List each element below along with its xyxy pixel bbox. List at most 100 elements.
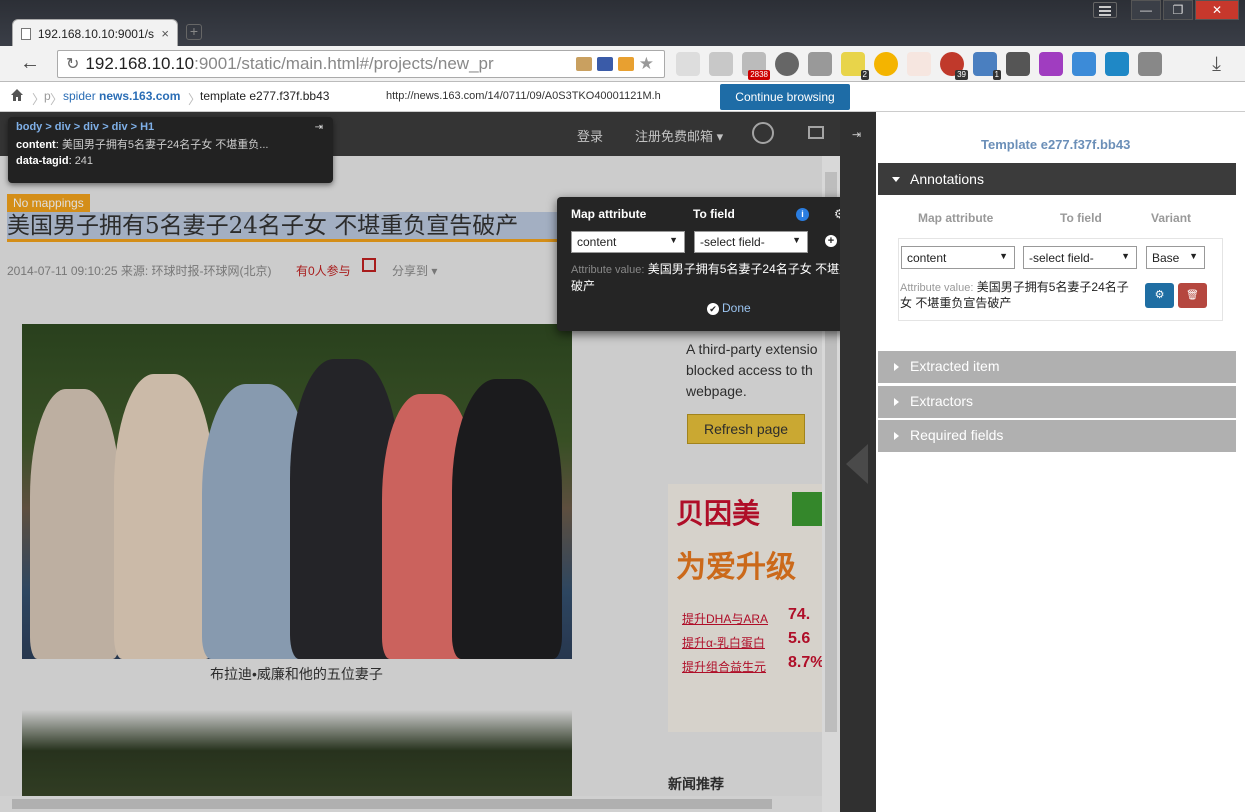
current-page-url: http://news.163.com/14/0711/09/A0S3TKO40…: [386, 90, 661, 102]
refresh-page-button[interactable]: Refresh page: [687, 414, 805, 444]
attribute-value-label: Attribute value:: [571, 264, 645, 276]
collapsed-triangle-icon: [894, 398, 899, 406]
popup-map-attribute-header: Map attribute: [571, 207, 647, 221]
mail-icon[interactable]: [808, 126, 824, 139]
continue-browsing-button[interactable]: Continue browsing: [720, 84, 850, 110]
pin-icon[interactable]: ⇥: [315, 122, 323, 133]
browser-tab[interactable]: 192.168.10.10:9001/s ×: [12, 19, 178, 47]
ad-line: 提升α-乳白蛋白: [682, 636, 765, 650]
annotation-settings-button[interactable]: ⚙: [1145, 283, 1174, 308]
section-label: Required fields: [910, 427, 1004, 443]
download-icon[interactable]: ⤓: [1212, 53, 1221, 76]
new-tab-button[interactable]: +: [186, 24, 202, 40]
inspector-tagid-row: data-tagid: 241: [16, 155, 94, 167]
breadcrumb-spider[interactable]: spider news.163.com: [63, 89, 180, 103]
flag-icon[interactable]: [596, 57, 613, 71]
content-key: content: [16, 139, 56, 151]
maximize-button[interactable]: ❐: [1163, 0, 1193, 20]
globe-extension-icon[interactable]: [775, 52, 799, 76]
template-title: Template e277.f37f.bb43: [981, 137, 1131, 152]
lock-extension-icon[interactable]: 1: [973, 52, 1001, 80]
element-path: body > div > div > div > H1: [16, 121, 155, 133]
collapsed-triangle-icon: [894, 363, 899, 371]
chevron-down-icon: ▼: [792, 235, 801, 245]
extracted-item-section-header[interactable]: Extracted item: [878, 351, 1236, 383]
ad-line: 提升DHA与ARA: [682, 612, 769, 626]
reload-icon[interactable]: ↻: [66, 54, 79, 74]
article-headline[interactable]: 美国男子拥有5名妻子24名子女 不堪重负宣告破产: [7, 212, 560, 242]
section-label: Extractors: [910, 393, 974, 409]
popup-attribute-select[interactable]: content ▼: [571, 231, 685, 253]
x-extension-icon[interactable]: [1105, 52, 1129, 76]
col-map-attribute: Map attribute: [918, 211, 994, 225]
popup-field-select[interactable]: -select field- ▼: [694, 231, 808, 253]
tagid-key: data-tagid: [16, 155, 69, 167]
ad-brand: 贝因美: [676, 497, 761, 530]
recycle-extension-icon[interactable]: [808, 52, 832, 76]
done-button[interactable]: ✔ Done: [707, 301, 751, 315]
home-icon[interactable]: [10, 88, 24, 102]
photo-person: [452, 379, 562, 659]
close-tab-icon[interactable]: ×: [161, 26, 169, 41]
back-arrow-icon[interactable]: ←: [20, 53, 40, 73]
panel-attr-label: Attribute value:: [900, 282, 974, 294]
pin-panel-icon[interactable]: ⇥: [852, 128, 861, 141]
chrome-menu-icon[interactable]: [1093, 2, 1117, 18]
address-bar[interactable]: ↻ 192.168.10.10 :9001/static/main.html#/…: [57, 50, 665, 78]
undo-extension-icon[interactable]: [709, 52, 733, 76]
news-recommend-heading: 新闻推荐: [668, 776, 724, 792]
chevron-down-icon: ▼: [1189, 251, 1198, 261]
chevron-down-icon: ▼: [1121, 251, 1130, 261]
panel-field-value: -select field-: [1029, 251, 1094, 265]
close-window-button[interactable]: ✕: [1195, 0, 1239, 20]
panel-variant-select[interactable]: Base ▼: [1146, 246, 1205, 269]
url-host: 192.168.10.10: [85, 54, 195, 73]
minimize-button[interactable]: —: [1131, 0, 1161, 20]
chevron-down-icon: ▼: [999, 251, 1008, 261]
login-link[interactable]: 登录: [577, 126, 603, 145]
panel-field-select[interactable]: -select field- ▼: [1023, 246, 1137, 269]
attribute-select-value: content: [577, 235, 617, 249]
no-mappings-badge: No mappings: [7, 194, 90, 212]
annotations-section-header[interactable]: Annotations: [878, 163, 1236, 195]
adstop-extension-icon[interactable]: [1006, 52, 1030, 76]
register-mail-link[interactable]: 注册免费邮箱 ▾: [635, 126, 723, 145]
comment-count[interactable]: 有0人参与: [296, 262, 351, 279]
ad-number: 8.7%: [788, 654, 822, 671]
required-fields-section-header[interactable]: Required fields: [878, 420, 1236, 452]
collapse-panel-arrow-icon[interactable]: [846, 444, 868, 484]
page-hscroll-thumb[interactable]: [12, 799, 772, 809]
gear-icon: ⚙: [1154, 289, 1165, 301]
site-logo-icon[interactable]: [752, 122, 774, 144]
ad-line: 提升组合益生元: [682, 660, 767, 674]
page-icon: [21, 27, 31, 40]
trash-icon: 🗑: [1186, 290, 1199, 301]
omnibox-icons: ★: [575, 55, 654, 72]
ring-extension-icon[interactable]: [874, 52, 898, 76]
info-icon[interactable]: i: [796, 208, 809, 221]
field-select-value: -select field-: [700, 235, 765, 249]
portia-breadcrumb-bar: 〉 p 〉 spider news.163.com 〉 template e27…: [0, 82, 1245, 112]
mail-extension-icon[interactable]: 2838: [742, 52, 770, 80]
panel-attribute-value: content: [907, 251, 947, 265]
share-menu[interactable]: 分享到 ▾: [392, 262, 437, 279]
extractors-section-header[interactable]: Extractors: [878, 386, 1236, 418]
pen-extension-icon[interactable]: [1039, 52, 1063, 76]
bookmark-star-icon[interactable]: ★: [639, 55, 654, 72]
abp-extension-icon[interactable]: 39: [940, 52, 968, 80]
edit-icon[interactable]: [362, 258, 376, 272]
note-extension-icon[interactable]: 2: [841, 52, 869, 80]
shield-icon[interactable]: [617, 57, 634, 71]
extension-blocked-line: webpage.: [686, 383, 747, 399]
calendar-extension-icon[interactable]: [907, 52, 931, 76]
ruler-extension-icon[interactable]: [676, 52, 700, 76]
extension-blocked-line: blocked access to th: [686, 362, 813, 378]
en-extension-icon[interactable]: [1138, 52, 1162, 76]
cookie-blocked-icon[interactable]: [575, 57, 592, 71]
tagid-value: 241: [74, 155, 94, 167]
advertisement[interactable]: 贝因美 为爱升级 提升DHA与ARA 74. 提升α-乳白蛋白 5.6 提升组合…: [668, 484, 822, 732]
panel-attribute-select[interactable]: content ▼: [901, 246, 1015, 269]
translate-extension-icon[interactable]: [1072, 52, 1096, 76]
breadcrumb-separator: 〉: [50, 92, 64, 107]
annotation-delete-button[interactable]: 🗑: [1178, 283, 1207, 308]
